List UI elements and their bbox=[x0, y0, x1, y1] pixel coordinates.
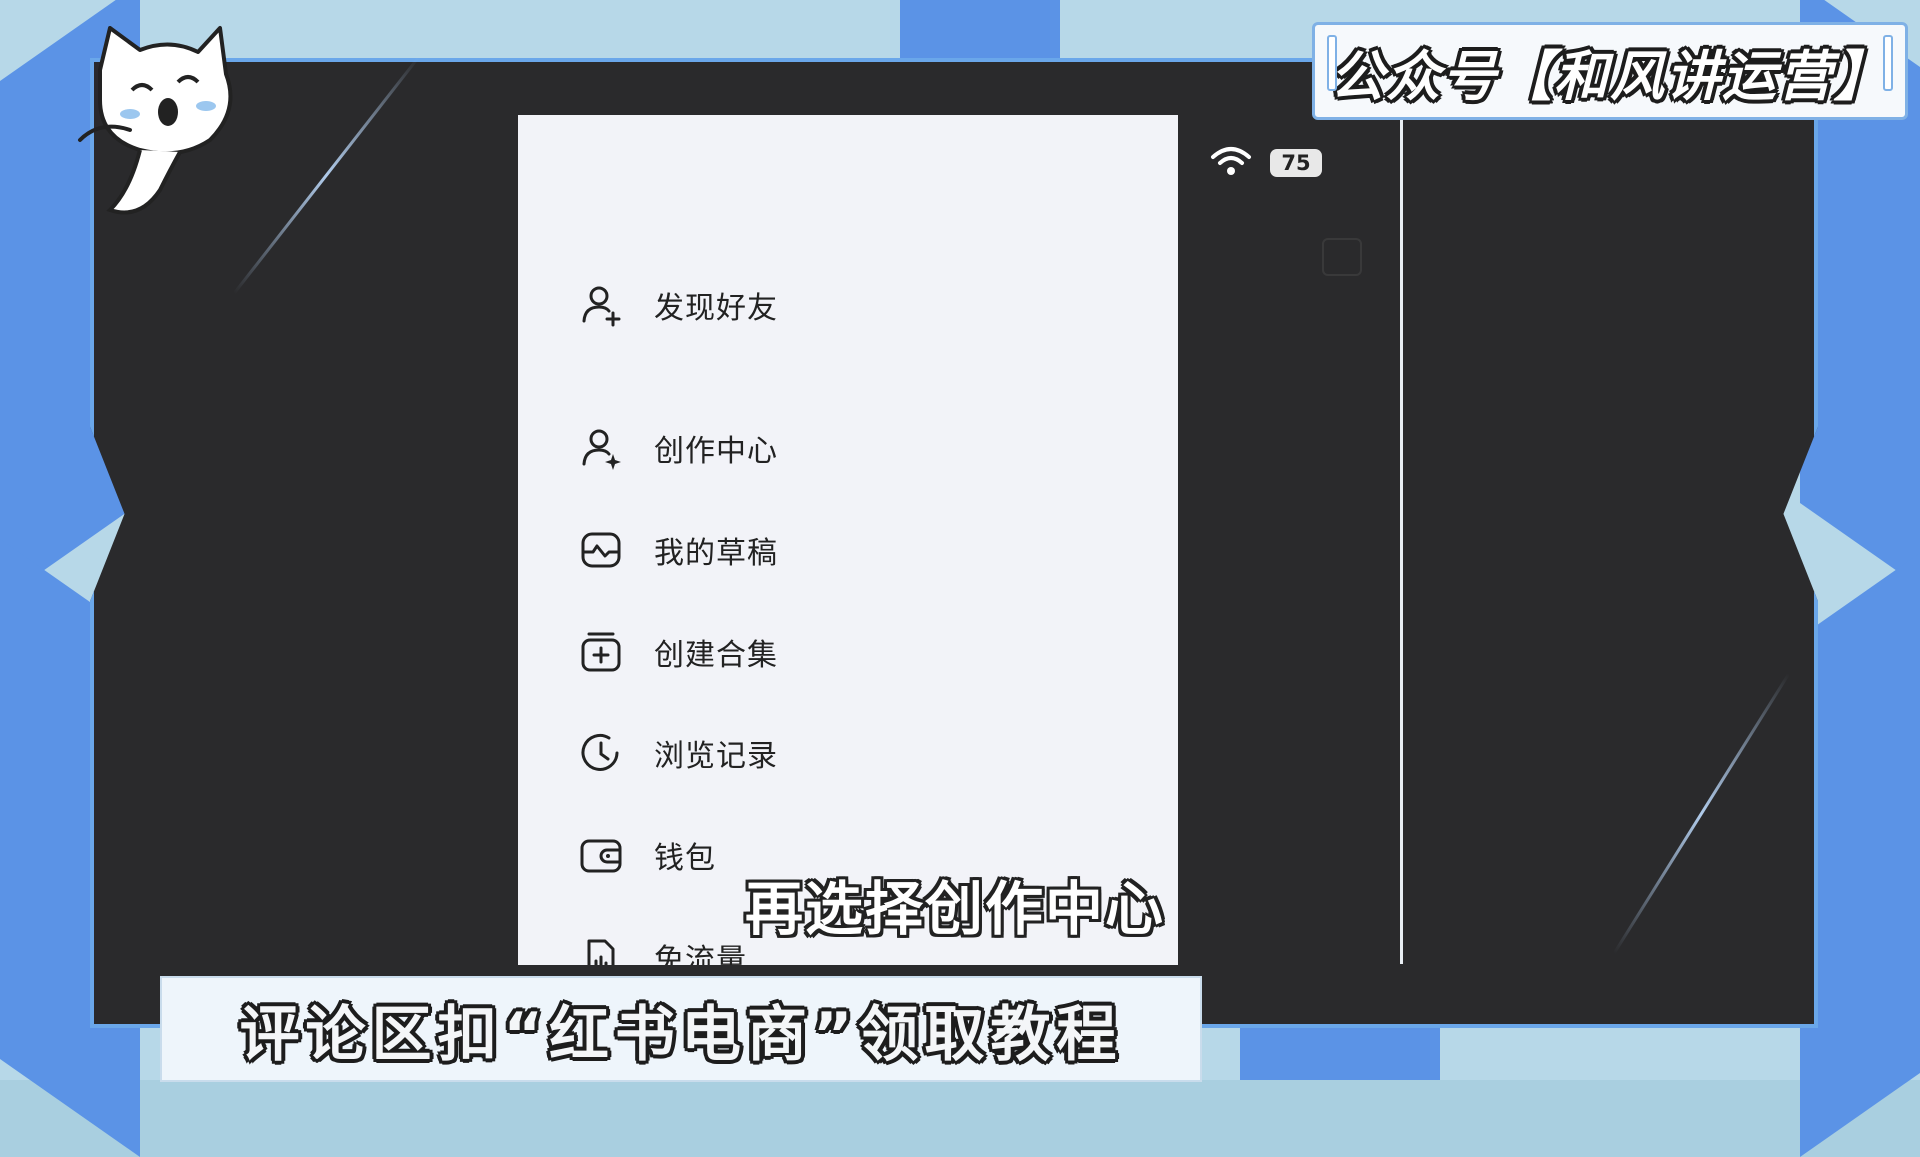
wallet-icon bbox=[578, 832, 624, 878]
video-subtitle: 再选择创作中心 bbox=[745, 875, 1166, 943]
menu-item-label: 浏览记录 bbox=[654, 739, 778, 774]
pin-decoration bbox=[1883, 35, 1893, 91]
bottom-banner: 评论区扣“红书电商”领取教程 bbox=[160, 976, 1202, 1082]
add-user-icon bbox=[578, 282, 624, 328]
menu-item-history[interactable]: 浏览记录 bbox=[578, 723, 778, 783]
menu-item-creator-center[interactable]: 创作中心 bbox=[578, 418, 778, 478]
menu-item-label: 免流量 bbox=[654, 943, 747, 965]
wifi-icon bbox=[1210, 145, 1252, 181]
menu-item-label: 创作中心 bbox=[654, 434, 778, 469]
menu-item-label: 钱包 bbox=[654, 841, 716, 876]
creator-icon bbox=[578, 425, 624, 471]
history-icon bbox=[578, 730, 624, 776]
menu-item-create-collection[interactable]: 创建合集 bbox=[578, 622, 778, 682]
menu-item-label: 我的草稿 bbox=[654, 536, 778, 571]
share-icon[interactable] bbox=[1322, 238, 1362, 276]
add-collection-icon bbox=[578, 629, 624, 675]
side-menu-panel: 发现好友 创作中心 我的草稿 创建合集 浏览记录 钱包 免流量 bbox=[518, 115, 1178, 965]
pin-decoration bbox=[1327, 35, 1337, 91]
cat-mascot-icon bbox=[70, 10, 240, 240]
status-bar: 75 bbox=[1210, 145, 1322, 181]
banner-text: 评论区扣“红书电商”领取教程 bbox=[239, 999, 1123, 1070]
drafts-icon bbox=[578, 527, 624, 573]
data-free-icon bbox=[578, 934, 624, 965]
divider-line bbox=[1400, 118, 1403, 964]
menu-item-wallet[interactable]: 钱包 bbox=[578, 825, 716, 885]
battery-indicator: 75 bbox=[1270, 149, 1322, 177]
brand-card: 公众号【和风讲运营】 bbox=[1312, 22, 1908, 120]
menu-item-label: 创建合集 bbox=[654, 638, 778, 673]
menu-item-data-free[interactable]: 免流量 bbox=[578, 927, 747, 965]
menu-item-label: 发现好友 bbox=[654, 291, 778, 326]
menu-item-find-friends[interactable]: 发现好友 bbox=[578, 275, 778, 335]
brand-text: 公众号【和风讲运营】 bbox=[1330, 44, 1890, 108]
menu-item-drafts[interactable]: 我的草稿 bbox=[578, 520, 778, 580]
